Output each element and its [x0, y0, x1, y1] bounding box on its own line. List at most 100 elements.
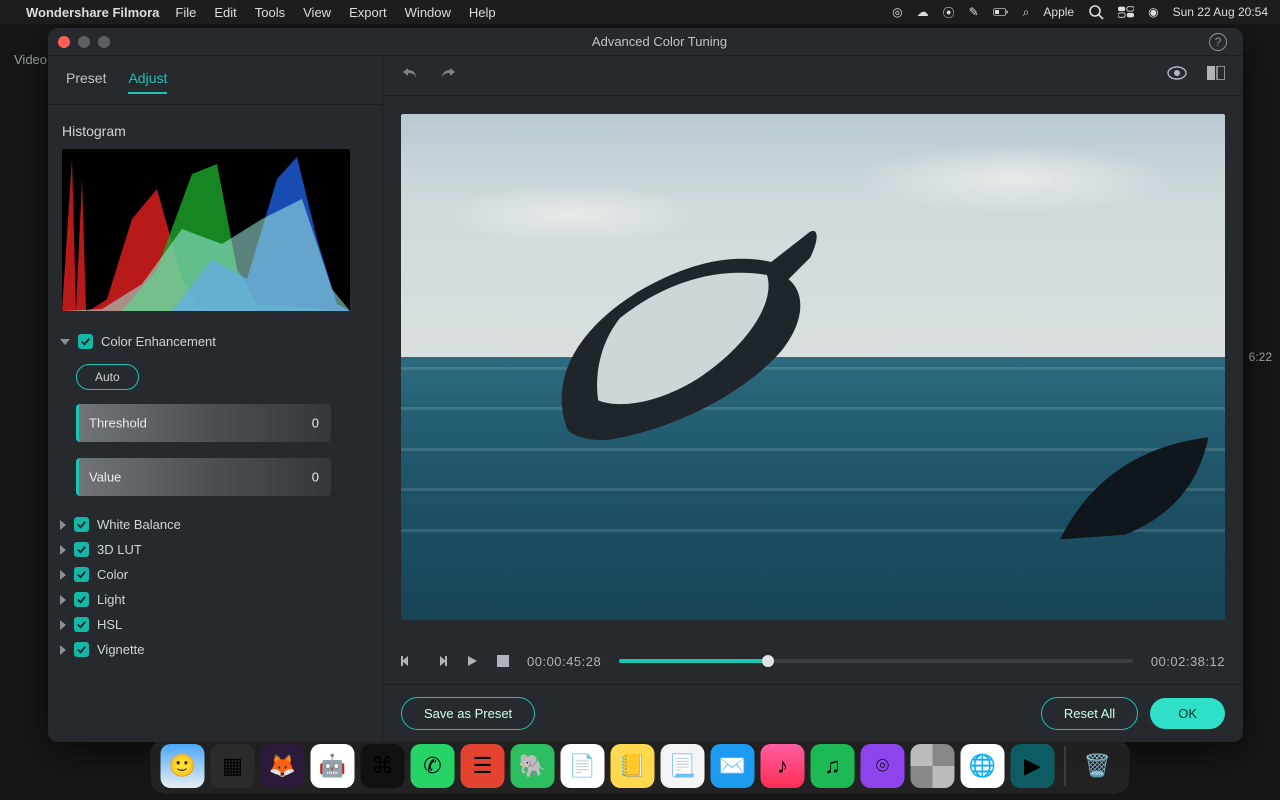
- checkbox-light[interactable]: [74, 592, 89, 607]
- checkbox-3d_lut[interactable]: [74, 542, 89, 557]
- background-timecode: 6:22: [1249, 350, 1272, 364]
- section-label: Light: [97, 592, 125, 607]
- checkbox-white_balance[interactable]: [74, 517, 89, 532]
- slider-threshold[interactable]: Threshold 0: [76, 404, 331, 442]
- step-forward-button[interactable]: [433, 654, 447, 668]
- preview-area: [383, 96, 1243, 638]
- dock-launchpad-icon[interactable]: ▦: [211, 744, 255, 788]
- chevron-right-icon: [60, 520, 66, 530]
- dock-filmora-icon[interactable]: ▶: [1011, 744, 1055, 788]
- status-link-icon[interactable]: ⌕: [1023, 5, 1030, 20]
- chevron-right-icon: [60, 570, 66, 580]
- dock-evernote-icon[interactable]: 🐘: [511, 744, 555, 788]
- chevron-right-icon: [60, 620, 66, 630]
- video-preview[interactable]: [401, 114, 1225, 620]
- chevron-right-icon: [60, 595, 66, 605]
- checkbox-vignette[interactable]: [74, 642, 89, 657]
- modal-title: Advanced Color Tuning: [110, 34, 1209, 49]
- tab-adjust[interactable]: Adjust: [128, 70, 167, 94]
- status-account[interactable]: Apple: [1043, 5, 1074, 19]
- app-name[interactable]: Wondershare Filmora: [26, 5, 159, 20]
- menu-view[interactable]: View: [303, 5, 331, 20]
- play-button[interactable]: [465, 654, 479, 668]
- section-3d_lut[interactable]: 3D LUT: [58, 537, 368, 562]
- menu-help[interactable]: Help: [469, 5, 496, 20]
- checkbox-color[interactable]: [74, 567, 89, 582]
- playback-bar: 00:00:45:28 00:02:38:12: [383, 638, 1243, 684]
- menu-file[interactable]: File: [175, 5, 196, 20]
- left-panel: Preset Adjust Histogram: [48, 56, 383, 742]
- menu-tools[interactable]: Tools: [255, 5, 285, 20]
- ok-button[interactable]: OK: [1150, 698, 1225, 729]
- checkbox-hsl[interactable]: [74, 617, 89, 632]
- chevron-down-icon: [60, 339, 70, 345]
- redo-icon[interactable]: [439, 65, 457, 86]
- reset-all-button[interactable]: Reset All: [1041, 697, 1138, 730]
- right-panel: 00:00:45:28 00:02:38:12 Save as Preset R…: [383, 56, 1243, 742]
- status-search-icon[interactable]: [1088, 4, 1104, 20]
- menu-window[interactable]: Window: [405, 5, 451, 20]
- section-label: Color: [97, 567, 128, 582]
- menu-edit[interactable]: Edit: [214, 5, 236, 20]
- preview-toolbar: [383, 56, 1243, 96]
- status-battery-icon[interactable]: [993, 4, 1009, 20]
- section-color[interactable]: Color: [58, 562, 368, 587]
- dock-trash-icon[interactable]: 🗑️: [1076, 744, 1120, 788]
- tab-preset[interactable]: Preset: [66, 70, 106, 94]
- stop-button[interactable]: [497, 655, 509, 667]
- dock-finder-icon[interactable]: 🙂: [161, 744, 205, 788]
- compare-toggle-icon[interactable]: [1167, 66, 1187, 85]
- background-sidebar-label: Video: [14, 52, 47, 67]
- section-white_balance[interactable]: White Balance: [58, 512, 368, 537]
- status-sync-icon[interactable]: ◎: [892, 5, 902, 19]
- dock-spotify-icon[interactable]: ♫: [811, 744, 855, 788]
- dock-notes-icon[interactable]: 📄: [561, 744, 605, 788]
- menu-export[interactable]: Export: [349, 5, 387, 20]
- playback-current-time: 00:00:45:28: [527, 654, 601, 669]
- zoom-window-button[interactable]: [98, 36, 110, 48]
- status-control-center-icon[interactable]: [1118, 4, 1134, 20]
- status-record-icon[interactable]: ⦿: [943, 4, 955, 21]
- dock-libreoffice-icon[interactable]: 📃: [661, 744, 705, 788]
- section-vignette[interactable]: Vignette: [58, 637, 368, 662]
- dolphin-graphic: [516, 205, 862, 483]
- checkbox-color-enhancement[interactable]: [78, 334, 93, 349]
- modal-footer: Save as Preset Reset All OK: [383, 684, 1243, 742]
- section-hsl[interactable]: HSL: [58, 612, 368, 637]
- dock-podcasts-icon[interactable]: ⌾: [861, 744, 905, 788]
- dock-app-icon[interactable]: 🤖: [311, 744, 355, 788]
- split-view-icon[interactable]: [1207, 66, 1225, 85]
- status-datetime[interactable]: Sun 22 Aug 20:54: [1173, 5, 1268, 19]
- dock-todoist-icon[interactable]: ☰: [461, 744, 505, 788]
- modal-titlebar: Advanced Color Tuning ?: [48, 28, 1243, 56]
- dock-mail-icon[interactable]: ✉️: [711, 744, 755, 788]
- section-light[interactable]: Light: [58, 587, 368, 612]
- step-back-button[interactable]: [401, 654, 415, 668]
- playback-track[interactable]: [619, 659, 1133, 663]
- adjust-scroll[interactable]: Histogram Color Enhancement: [48, 105, 382, 742]
- dock-chrome-icon[interactable]: 🌐: [961, 744, 1005, 788]
- panel-tabs: Preset Adjust: [48, 56, 382, 105]
- dock-stickies-icon[interactable]: 📒: [611, 744, 655, 788]
- chevron-right-icon: [60, 545, 66, 555]
- dock-music-icon[interactable]: ♪: [761, 744, 805, 788]
- close-window-button[interactable]: [58, 36, 70, 48]
- slider-label: Value: [89, 470, 121, 485]
- dock-chess-icon[interactable]: [911, 744, 955, 788]
- dock-whatsapp-icon[interactable]: ✆: [411, 744, 455, 788]
- section-color-enhancement[interactable]: Color Enhancement: [58, 329, 368, 354]
- window-controls: [58, 36, 110, 48]
- status-siri-icon[interactable]: ◉: [1148, 5, 1158, 19]
- chevron-right-icon: [60, 645, 66, 655]
- status-pencil-icon[interactable]: ✎: [969, 5, 979, 19]
- save-as-preset-button[interactable]: Save as Preset: [401, 697, 535, 730]
- help-icon[interactable]: ?: [1209, 33, 1227, 51]
- auto-button[interactable]: Auto: [76, 364, 139, 390]
- status-cloud-icon[interactable]: ☁: [917, 5, 929, 19]
- slider-value-param[interactable]: Value 0: [76, 458, 331, 496]
- section-label: HSL: [97, 617, 122, 632]
- dock-firefox-icon[interactable]: 🦊: [261, 744, 305, 788]
- dock-terminal-icon[interactable]: ⌘: [361, 744, 405, 788]
- undo-icon[interactable]: [401, 65, 419, 86]
- minimize-window-button[interactable]: [78, 36, 90, 48]
